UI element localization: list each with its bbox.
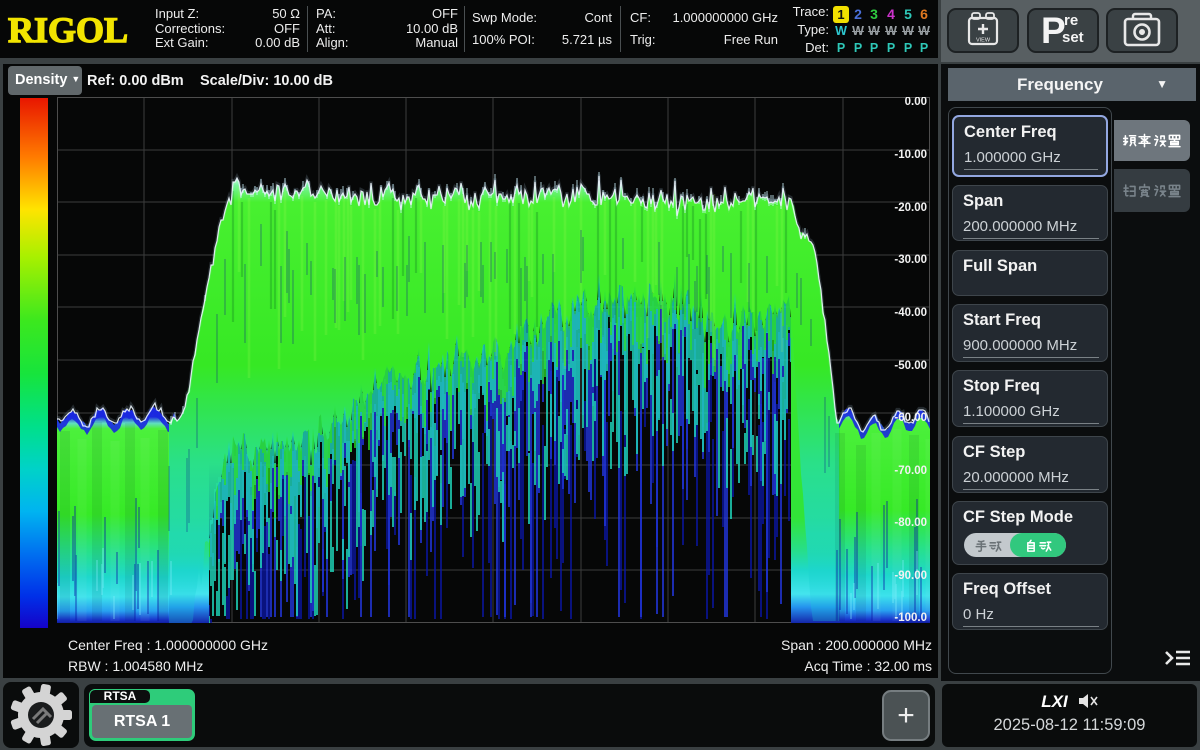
svg-text:-60.00: -60.00	[894, 412, 927, 424]
svg-text:-50.00: -50.00	[894, 360, 927, 372]
svg-text:-90.00: -90.00	[894, 570, 927, 582]
svg-text:-30.00: -30.00	[894, 254, 927, 266]
svg-text:-40.00: -40.00	[894, 307, 927, 319]
svg-text:0.00: 0.00	[905, 97, 927, 108]
svg-text:-20.00: -20.00	[894, 202, 927, 214]
svg-text:-80.00: -80.00	[894, 517, 927, 529]
svg-text:-100.0: -100.0	[894, 612, 927, 623]
svg-text:-70.00: -70.00	[894, 465, 927, 477]
svg-text:-10.00: -10.00	[894, 149, 927, 161]
svg-text:VIEW: VIEW	[976, 38, 991, 44]
